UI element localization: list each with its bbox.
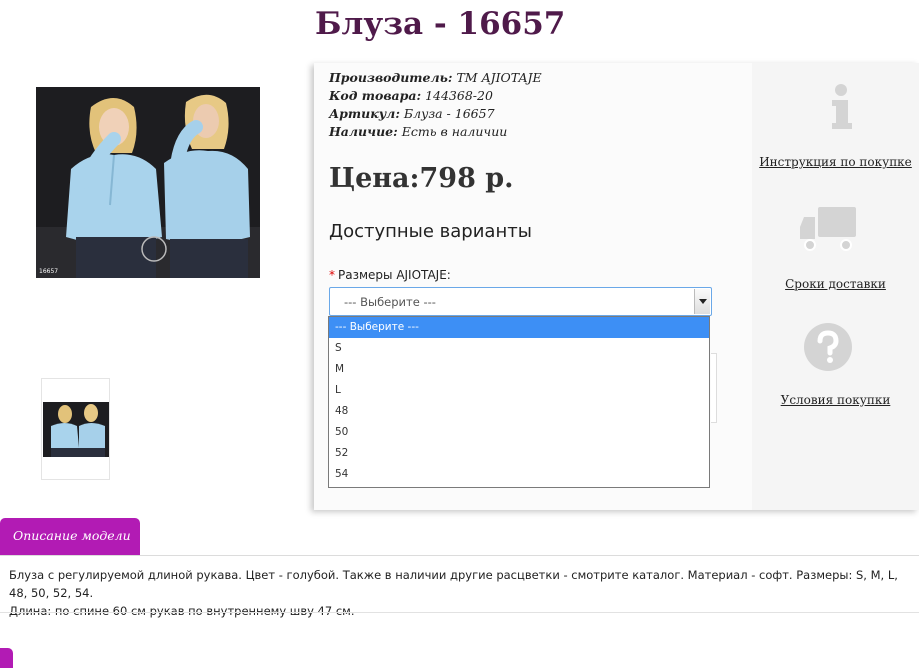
size-label-text: Размеры AJIOTAJE: [338, 268, 451, 282]
article-label: Артикул: [329, 106, 400, 121]
conditions-link[interactable]: Условия покупки [781, 393, 891, 407]
description-line: Длина: по спине 60 см рукав по внутренне… [9, 604, 355, 618]
size-option[interactable]: 50 [329, 422, 709, 443]
code-value: 144368-20 [425, 88, 493, 103]
size-option[interactable]: S [329, 338, 709, 359]
description-line: Блуза с регулируемой длиной рукава. Цвет… [9, 568, 898, 600]
conditions-block: Условия покупки [752, 321, 919, 408]
hidden-field-edge [711, 353, 717, 423]
product-photo-image [36, 87, 260, 278]
photo-code-label: 16657 [39, 268, 59, 275]
size-option[interactable]: M [329, 359, 709, 380]
instruction-link[interactable]: Инструкция по покупке [759, 155, 912, 169]
product-main-photo[interactable]: 16657 [36, 87, 260, 278]
variants-heading: Доступные варианты [329, 221, 532, 242]
product-price: Цена:798 р. [329, 163, 514, 194]
dropdown-arrow-icon[interactable] [694, 289, 710, 314]
code-row: Код товара: 144368-20 [329, 87, 542, 105]
size-option[interactable]: L [329, 380, 709, 401]
code-label: Код товара: [329, 88, 422, 103]
delivery-link[interactable]: Сроки доставки [785, 277, 886, 291]
size-select[interactable]: --- Выберите --- [329, 287, 712, 316]
page-title: Блуза - 16657 [315, 6, 566, 42]
size-option[interactable]: --- Выберите --- [329, 317, 709, 338]
size-option[interactable]: 54 [329, 464, 709, 485]
manufacturer-label: Производитель: [329, 70, 453, 85]
size-options-list: --- Выберите --- S M L 48 50 52 54 [328, 316, 710, 488]
manufacturer-value: ТМ AJIOTAJE [456, 70, 542, 85]
thumbnail-image [43, 402, 109, 457]
stock-value: Есть в наличии [401, 124, 508, 139]
bottom-tab[interactable] [0, 648, 13, 668]
divider [0, 612, 919, 613]
truck-icon [752, 205, 919, 255]
stock-label: Наличие: [329, 124, 398, 139]
article-row: Артикул: Блуза - 16657 [329, 105, 542, 123]
instruction-block: Инструкция по покупке [752, 83, 919, 170]
size-select-value: --- Выберите --- [344, 295, 436, 309]
purchase-info-sidebar: Инструкция по покупке Сроки доставки Усл… [752, 63, 919, 510]
question-icon [752, 321, 919, 371]
size-option[interactable]: 48 [329, 401, 709, 422]
size-label: * Размеры AJIOTAJE: [329, 268, 451, 282]
product-meta: Производитель: ТМ AJIOTAJE Код товара: 1… [329, 69, 542, 141]
tab-description[interactable]: Описание модели [0, 518, 140, 555]
product-thumbnail[interactable] [41, 378, 110, 480]
info-icon [752, 83, 919, 133]
stock-row: Наличие: Есть в наличии [329, 123, 542, 141]
required-mark: * [329, 268, 335, 282]
size-option[interactable]: 52 [329, 443, 709, 464]
divider [0, 555, 919, 556]
manufacturer-row: Производитель: ТМ AJIOTAJE [329, 69, 542, 87]
article-value: Блуза - 16657 [403, 106, 495, 121]
delivery-block: Сроки доставки [752, 205, 919, 292]
